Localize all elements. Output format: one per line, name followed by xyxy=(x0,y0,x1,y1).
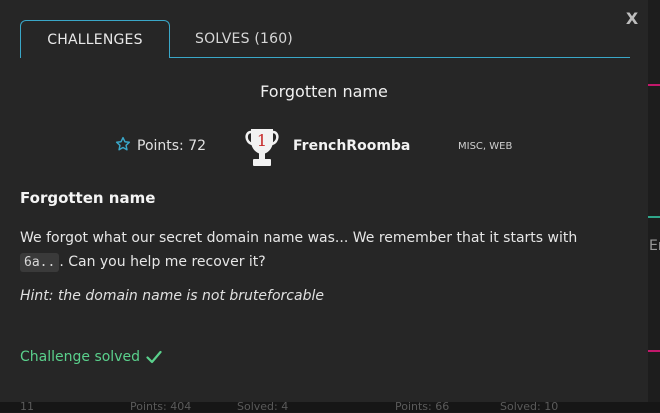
background-text-fragment: 11 xyxy=(20,400,34,413)
checkmark-icon xyxy=(146,350,162,364)
challenge-hint: Hint: the domain name is not bruteforcab… xyxy=(20,288,324,304)
points-display: Points: 72 xyxy=(115,136,206,156)
background-accent-line xyxy=(648,84,660,86)
trophy-rank: 1 xyxy=(257,131,267,150)
trophy-icon: 1 xyxy=(244,126,280,172)
background-text-fragment: Solved: 10 xyxy=(500,400,559,413)
background-text-fragment: Solved: 4 xyxy=(237,400,289,413)
background-text-fragment: Er xyxy=(649,238,660,254)
tab-challenges[interactable]: CHALLENGES xyxy=(20,20,170,58)
status-badge: Challenge solved xyxy=(20,347,162,367)
challenge-description: We forgot what our secret domain name wa… xyxy=(20,226,620,275)
description-heading: Forgotten name xyxy=(20,189,156,207)
points-label: Points: 72 xyxy=(137,138,207,154)
modal-tabs: CHALLENGES SOLVES (160) xyxy=(20,20,630,58)
background-accent-line xyxy=(648,216,660,218)
background-text-fragment: Points: 404 xyxy=(130,400,192,413)
author-name[interactable]: FrenchRoomba xyxy=(293,136,410,156)
background-row: 11 Points: 404 Solved: 4 Points: 66 Solv… xyxy=(0,400,660,413)
background-text-fragment: Points: 66 xyxy=(395,400,450,413)
star-outline-icon xyxy=(115,136,131,151)
description-code: 6a.. xyxy=(20,253,60,272)
status-label: Challenge solved xyxy=(20,349,140,365)
background-page-edge: Er xyxy=(648,0,660,412)
challenge-title: Forgotten name xyxy=(260,82,388,101)
challenge-modal: X CHALLENGES SOLVES (160) Forgotten name… xyxy=(0,0,648,402)
challenge-categories: MISC, WEB xyxy=(458,141,513,152)
tab-solves[interactable]: SOLVES (160) xyxy=(195,20,293,58)
background-accent-line xyxy=(648,350,660,352)
description-text: We forgot what our secret domain name wa… xyxy=(20,230,578,246)
description-text: . Can you help me recover it? xyxy=(59,254,266,270)
